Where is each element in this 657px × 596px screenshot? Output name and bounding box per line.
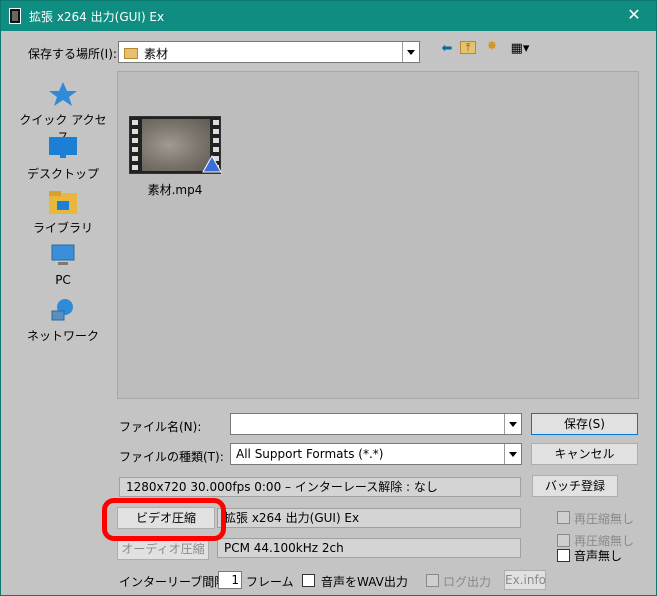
filetype-value: All Support Formats (*.*) [236,447,384,461]
interleave-unit: フレーム [246,575,294,589]
folder-icon [124,48,138,59]
filetype-label: ファイルの種類(T): [119,450,224,464]
network-icon [48,297,78,323]
highlight-box [102,498,226,541]
place-pc[interactable]: PC [17,243,109,287]
app-overlay-icon [202,155,222,173]
audio-compress-button[interactable]: オーディオ圧縮 [117,538,209,560]
up-folder-icon[interactable]: ⤒ [460,41,476,54]
file-list[interactable]: 素材.mp4 [117,71,639,399]
filename-label: ファイル名(N): [119,420,202,434]
library-icon [48,189,78,215]
filename-combo[interactable] [230,413,522,435]
no-audio-label: 音声無し [574,549,623,563]
view-menu-icon[interactable]: ▦▾ [507,41,533,57]
interleave-input[interactable]: 1 [218,571,242,589]
chevron-down-icon[interactable] [504,444,521,464]
filetype-combo[interactable]: All Support Formats (*.*) [230,443,522,465]
chevron-down-icon[interactable] [504,414,521,434]
place-label: ネットワーク [26,329,99,343]
star-icon [48,81,78,107]
video-info: 1280x720 30.000fps 0:00 – インターレース解除 : なし [119,477,521,497]
recompress-none-label: 再圧縮無し [574,512,635,526]
audio-codec: PCM 44.100kHz 2ch [217,538,521,558]
place-desktop[interactable]: デスクトップ [17,135,109,182]
cancel-button[interactable]: キャンセル [531,443,638,465]
audio-wav-label: 音声をWAV出力 [321,575,408,589]
location-label: 保存する場所(I): [28,47,117,61]
audio-wav-checkbox[interactable] [302,574,315,587]
place-label: ライブラリ [32,221,93,235]
location-combo[interactable]: 素材 [118,41,420,63]
recompress-none-audio-checkbox[interactable] [557,534,570,547]
window-title: 拡張 x264 出力(GUI) Ex [29,9,165,24]
log-output-checkbox[interactable] [426,574,439,587]
film-icon [9,8,21,24]
new-folder-icon[interactable]: ✸ [483,39,501,55]
save-dialog: 拡張 x264 出力(GUI) Ex ✕ 保存する場所(I): 素材 ⬅ ⤒ ✸… [0,0,657,596]
log-output-label: ログ出力 [443,575,492,589]
batch-button[interactable]: バッチ登録 [532,475,618,497]
desktop-icon [48,135,78,161]
no-audio-checkbox[interactable] [557,549,570,562]
exinfo-button[interactable]: Ex.info [504,570,546,590]
location-value: 素材 [144,47,169,61]
video-file-icon[interactable] [129,116,222,174]
title-bar: 拡張 x264 出力(GUI) Ex ✕ [1,1,656,31]
close-icon[interactable]: ✕ [622,4,646,26]
places-bar: クイック アクセス デスクトップ ライブラリ PC ネットワーク [17,73,109,399]
interleave-label: インターリーブ間隔 : [119,575,235,589]
save-button[interactable]: 保存(S) [531,413,638,435]
place-label: デスクトップ [26,167,99,181]
pc-icon [48,243,78,269]
place-library[interactable]: ライブラリ [17,189,109,236]
place-network[interactable]: ネットワーク [17,297,109,344]
video-codec: 拡張 x264 出力(GUI) Ex [217,508,521,528]
file-name[interactable]: 素材.mp4 [118,181,232,198]
chevron-down-icon[interactable] [402,42,419,62]
recompress-none-checkbox[interactable] [557,511,570,524]
back-icon[interactable]: ⬅ [438,41,456,57]
place-label: PC [55,273,71,287]
